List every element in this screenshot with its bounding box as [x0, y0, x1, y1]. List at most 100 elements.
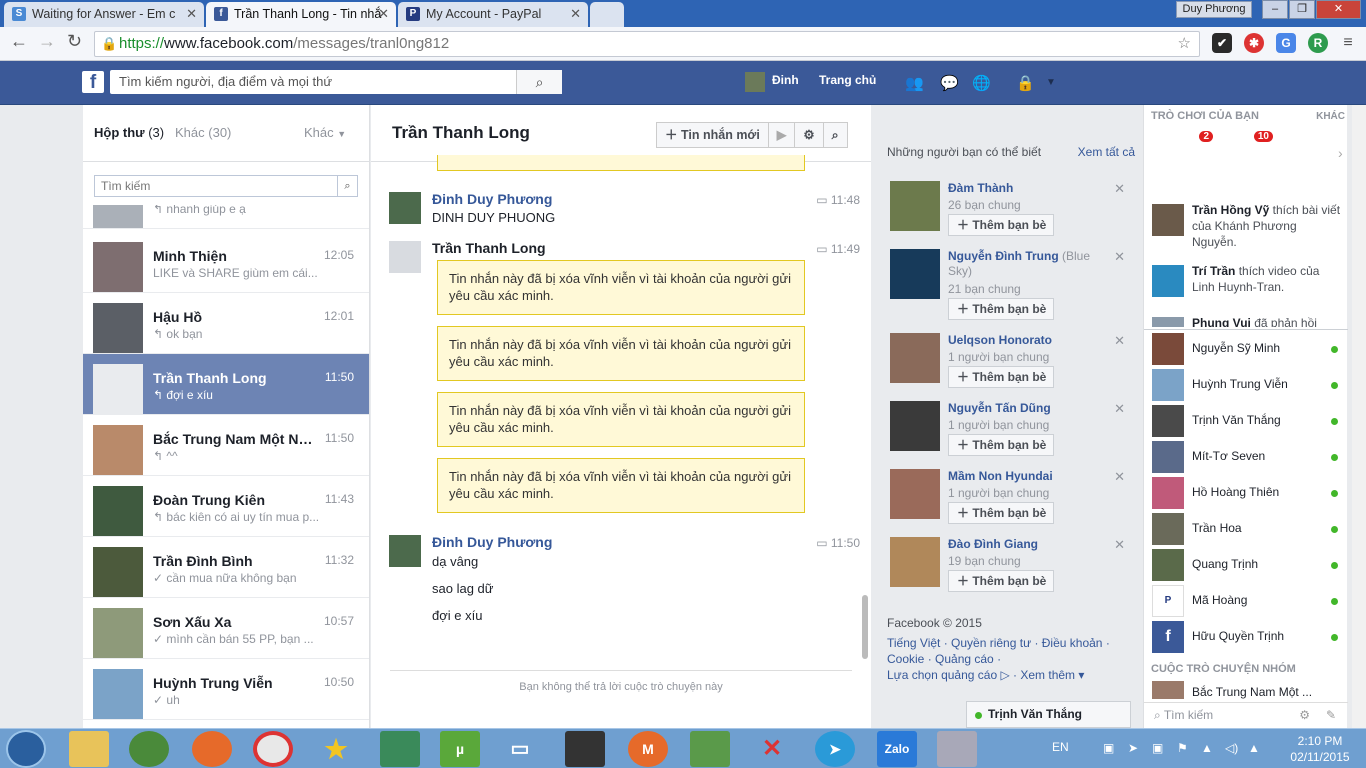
scrollbar-thumb[interactable]: [862, 595, 868, 659]
contact-item[interactable]: Quang Trịnh: [1152, 547, 1344, 583]
start-button[interactable]: [6, 730, 46, 768]
language-indicator[interactable]: EN: [1052, 740, 1069, 754]
conversation-item-selected[interactable]: Trần Thanh Long 11:50 ↰ đợi e xíu: [83, 354, 369, 415]
browser-tab[interactable]: S Waiting for Answer - Em c ✕: [4, 2, 204, 27]
star-icon[interactable]: ★: [316, 731, 356, 767]
add-friend-button[interactable]: ＋ Thêm bạn bè: [948, 502, 1054, 524]
games-more-link[interactable]: KHÁC: [1316, 111, 1345, 122]
mutual-friends[interactable]: 1 người bạn chung: [948, 418, 1049, 432]
back-icon[interactable]: ←: [10, 31, 28, 52]
message-sender[interactable]: Đinh Duy Phương: [432, 534, 552, 550]
star-icon[interactable]: ☆: [1178, 32, 1191, 56]
footer-links[interactable]: Lựa chọn quảng cáo ▷ · Xem thêm ▾: [887, 667, 1137, 683]
facebook-logo-icon[interactable]: f: [82, 71, 104, 93]
volume-icon[interactable]: ◁): [1225, 741, 1238, 755]
mutual-friends[interactable]: 19 bạn chung: [948, 554, 1021, 568]
conversation-item[interactable]: Sơn Xấu Xa 10:57 ✓ mình cần bán 55 PP, b…: [83, 598, 369, 659]
suggestion-name[interactable]: Uelqson Honorato: [948, 333, 1113, 348]
notifications-globe-icon[interactable]: 🌐: [972, 74, 991, 92]
inbox-search-input[interactable]: Tìm kiếm ⌕: [94, 175, 358, 197]
browser-icon[interactable]: [129, 731, 169, 767]
chat-tab[interactable]: Trịnh Văn Thắng: [966, 701, 1131, 728]
close-icon[interactable]: ✕: [570, 6, 581, 22]
restore-button[interactable]: ❐: [1289, 0, 1315, 19]
forward-icon[interactable]: →: [38, 31, 56, 52]
suggestion-name[interactable]: Đàm Thành: [948, 181, 1113, 196]
gear-icon[interactable]: ⚙: [1299, 703, 1310, 727]
translate-icon[interactable]: G: [1276, 33, 1296, 53]
suggestion-name[interactable]: Mầm Non Hyundai: [948, 469, 1113, 484]
avatar[interactable]: [890, 249, 940, 299]
mutual-friends[interactable]: 21 bạn chung: [948, 282, 1021, 296]
tab-inbox[interactable]: Hộp thư (3): [94, 125, 164, 140]
flag-icon[interactable]: ⚑: [1177, 741, 1188, 755]
minimize-button[interactable]: –: [1262, 0, 1288, 19]
folder-icon[interactable]: ▭: [500, 731, 540, 767]
video-call-icon[interactable]: ▶: [769, 123, 796, 147]
extension-icon[interactable]: ✱: [1244, 33, 1264, 53]
evernote-icon[interactable]: [690, 731, 730, 767]
chrome-icon[interactable]: [253, 731, 293, 767]
page-scrollbar[interactable]: [1352, 105, 1366, 728]
extension-icon[interactable]: R: [1308, 33, 1328, 53]
mutual-friends[interactable]: 1 người bạn chung: [948, 350, 1049, 364]
see-all-link[interactable]: Xem tất cả: [1078, 145, 1135, 159]
contact-item[interactable]: Huỳnh Trung Viễn: [1152, 367, 1344, 403]
close-icon[interactable]: ✕: [1114, 333, 1125, 349]
drive-icon[interactable]: ▲: [1248, 741, 1260, 755]
conversation-item[interactable]: Trần Đình Bình 11:32 ✓ cần mua nữa không…: [83, 537, 369, 598]
avatar[interactable]: [745, 72, 765, 92]
compose-icon[interactable]: ✎: [1326, 703, 1336, 727]
suggestion-name[interactable]: Nguyễn Tấn Dũng: [948, 401, 1113, 416]
zalo-icon[interactable]: Zalo: [877, 731, 917, 767]
explorer-icon[interactable]: [69, 731, 109, 767]
profile-link[interactable]: Đinh: [772, 73, 799, 87]
ticker-item[interactable]: Phung Vui đã phản hồi: [1152, 315, 1344, 327]
network-icon[interactable]: [380, 731, 420, 767]
avatar[interactable]: [890, 333, 940, 383]
suggestion-name[interactable]: Nguyễn Đình Trung (Blue Sky): [948, 249, 1113, 279]
new-tab-button[interactable]: [590, 2, 624, 27]
x-app-icon[interactable]: ✕: [752, 731, 792, 767]
mega-icon[interactable]: M: [628, 731, 668, 767]
game-tile[interactable]: SALE 10: [1221, 131, 1275, 181]
footer-links[interactable]: Tiếng Việt · Quyền riêng tư · Điều khoản…: [887, 635, 1137, 651]
add-friend-button[interactable]: ＋ Thêm bạn bè: [948, 366, 1054, 388]
search-icon[interactable]: ⌕: [824, 123, 847, 147]
game-tile[interactable]: SALE: [1279, 131, 1333, 181]
contact-item[interactable]: f Hữu Quyền Trịnh: [1152, 619, 1344, 655]
contact-item[interactable]: P Mã Hoàng: [1152, 583, 1344, 619]
close-icon[interactable]: ✕: [186, 6, 197, 22]
group-chat-item[interactable]: Bắc Trung Nam Một ...: [1152, 679, 1344, 699]
reload-icon[interactable]: ↻: [67, 31, 82, 52]
footer-links[interactable]: Cookie · Quảng cáo ·: [887, 651, 1137, 667]
add-friend-button[interactable]: ＋ Thêm bạn bè: [948, 570, 1054, 592]
new-message-button[interactable]: ＋ Tin nhắn mới: [657, 123, 769, 147]
more-dropdown[interactable]: Khác ▼: [304, 125, 346, 140]
conversation-item[interactable]: ↰ nhanh giúp e ạ: [83, 205, 369, 229]
add-friend-button[interactable]: ＋ Thêm bạn bè: [948, 214, 1054, 236]
contact-item[interactable]: Mít-Tơ Seven: [1152, 439, 1344, 475]
network-tray-icon[interactable]: ▲: [1201, 741, 1213, 755]
search-icon[interactable]: ⌕: [337, 176, 357, 196]
add-friend-button[interactable]: ＋ Thêm bạn bè: [948, 434, 1054, 456]
add-friend-button[interactable]: ＋ Thêm bạn bè: [948, 298, 1054, 320]
gear-icon[interactable]: ⚙: [795, 123, 824, 147]
extension-icon[interactable]: ✔: [1212, 33, 1232, 53]
close-icon[interactable]: ✕: [378, 6, 389, 22]
search-icon[interactable]: ⌕: [516, 70, 562, 94]
home-link[interactable]: Trang chủ: [819, 73, 876, 87]
conversation-item[interactable]: Bắc Trung Nam Một Nhà ... 11:50 ↰ ^^: [83, 415, 369, 476]
conversation-item[interactable]: Minh Thiện 12:05 LIKE và SHARE giùm em c…: [83, 232, 369, 293]
contact-item[interactable]: Trịnh Văn Thắng: [1152, 403, 1344, 439]
close-icon[interactable]: ✕: [1114, 249, 1125, 265]
menu-icon[interactable]: ≡: [1338, 33, 1358, 53]
avatar[interactable]: [890, 181, 940, 231]
close-icon[interactable]: ✕: [1114, 181, 1125, 197]
conversation-item[interactable]: Đoàn Trung Kiên 11:43 ↰ bác kiên có ai u…: [83, 476, 369, 537]
contact-item[interactable]: Nguyễn Sỹ Minh: [1152, 331, 1344, 367]
tray-icon[interactable]: ▣: [1152, 741, 1163, 755]
contact-item[interactable]: Hồ Hoàng Thiên: [1152, 475, 1344, 511]
tab-other[interactable]: Khác (30): [175, 125, 231, 140]
friend-requests-icon[interactable]: 👥: [905, 74, 924, 92]
